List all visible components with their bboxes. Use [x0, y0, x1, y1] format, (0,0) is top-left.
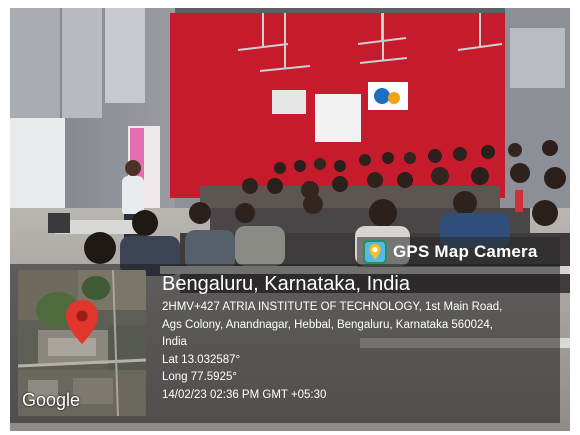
- google-logo: Google: [22, 390, 81, 410]
- longitude: Long 77.5925°: [162, 371, 237, 383]
- address-line-2: Ags Colony, Anandnagar, Hebbal, Bengalur…: [162, 318, 493, 331]
- location-info: Bengaluru, Karnataka, India 2HMV+427 ATR…: [162, 272, 502, 404]
- timestamp: 14/02/23 02:36 PM GMT +05:30: [162, 388, 327, 401]
- address-line-3: India: [162, 336, 187, 348]
- gps-camera-tag: GPS Map Camera: [357, 237, 560, 267]
- location-city: Bengaluru, Karnataka, India: [162, 273, 410, 295]
- geotag-panel: Google Bengaluru, Karnataka, India 2HMV+…: [10, 264, 560, 423]
- gps-camera-brand: GPS Map Camera: [393, 242, 538, 261]
- map-thumbnail: Google: [18, 270, 146, 416]
- gps-map-camera-icon: [363, 240, 387, 264]
- address-line-1: 2HMV+427 ATRIA INSTITUTE OF TECHNOLOGY, …: [162, 301, 503, 313]
- latitude: Lat 13.032587°: [162, 353, 241, 366]
